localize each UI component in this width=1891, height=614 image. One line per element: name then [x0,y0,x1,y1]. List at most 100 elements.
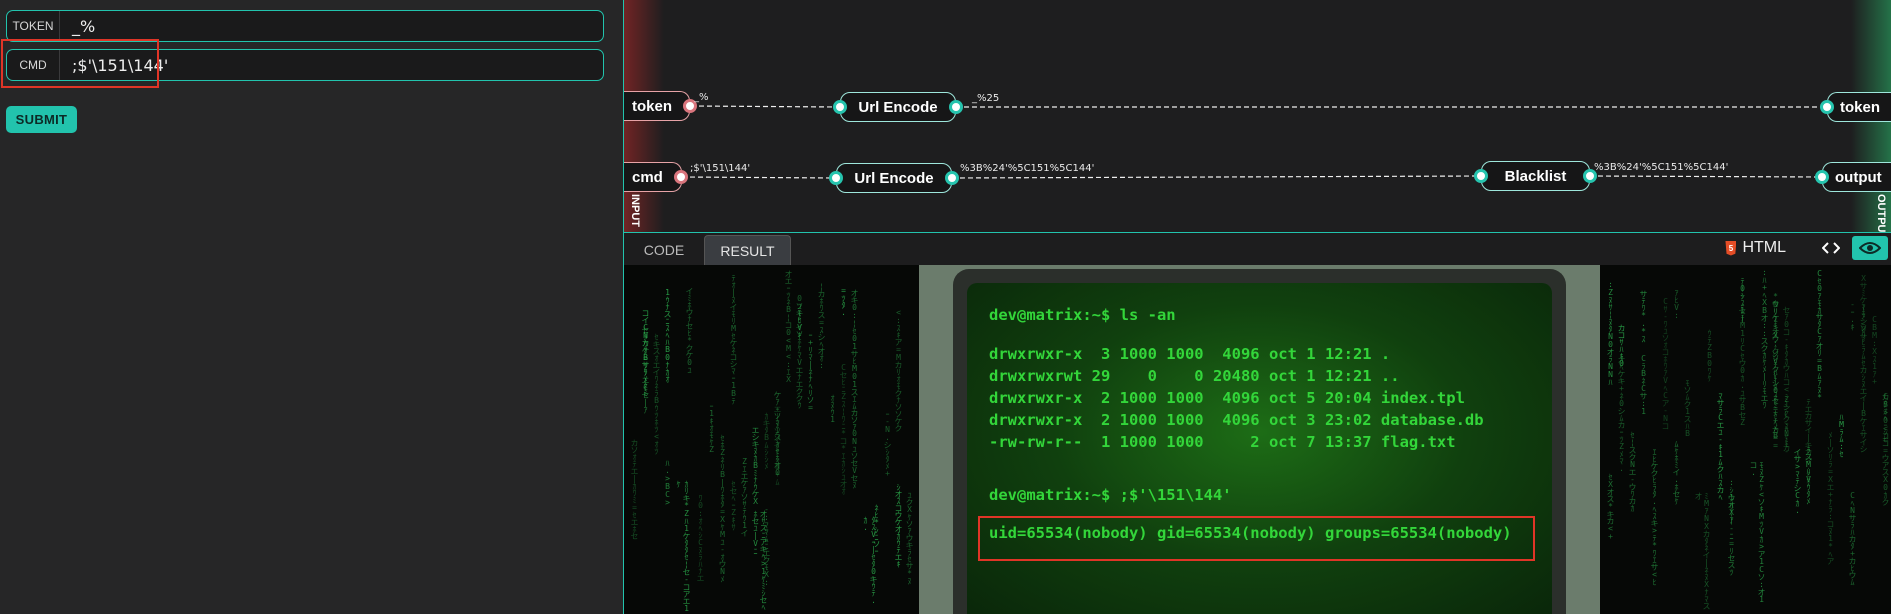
code-view-button[interactable] [1816,236,1846,260]
node-token-output[interactable]: token [1827,92,1891,122]
node-token-output-label: token [1840,98,1881,116]
matrix-glyph-column: ﾜ0:ｵﾍｼCﾇﾗﾊﾅエ [696,494,705,581]
matrix-glyph-column: <:ｽｷア=Mカﾘｵﾓクﾅソソケク [894,308,903,431]
matrix-glyph-column: オキ0:¦ｾ01サﾋM01スｴﾑカソｱ [850,289,859,430]
matrix-glyph-column: ｰ+ﾘﾏ|ﾈﾅﾍﾘソ= [806,331,815,411]
edges-layer [681,105,1827,179]
matrix-glyph-column: Cｾ0ｱﾓｶサﾀCｱオﾘ=Bﾑｱﾇ* [1815,269,1824,401]
matrix-glyph-column: カソｵﾃエ|ｶﾜﾐ=ｾエﾎセ [630,439,639,539]
matrix-glyph-column: ¦カﾎﾜス=ｽシﾍオｵ: [817,282,826,369]
matrix-glyph-column: CﾗBﾈCサ:1 [1639,354,1648,415]
edge-label-token-encoded: _%25 [972,93,1000,104]
terminal-line: drwxrwxr-x 2 1000 1000 4096 oct 3 23:02 … [989,411,1484,429]
node-url-encode-token-label: Url Encode [858,98,938,116]
matrix-glyph-column: ﾃｵ|ﾇイﾓﾘMｾケﾈコシﾏｰ1Bﾃ [729,274,738,404]
matrix-glyph-column: ｵﾇｳ1 [828,394,837,423]
matrix-glyph-column: ｾﾎZﾈﾘB|ﾜﾎﾀ=XｹMﾕ-ｵウNﾒ [718,434,727,582]
port-url-encode-cmd-out[interactable] [945,171,959,185]
edge-token-to-urlencode [690,105,841,108]
node-output-label: output [1835,168,1882,186]
terminal-line: drwxrwxrwt 29 0 0 20480 oct 1 12:21 .. [989,367,1400,385]
matrix-glyph-column: ﾓソﾑク1スﾊB [1683,379,1692,437]
matrix-glyph-column: ｳﾃZB0ﾜｹ [1705,329,1714,381]
edge-urlencode-to-blacklist [951,175,1482,179]
input-form-panel: TOKEN _% CMD ;$'\151\144' SUBMIT [0,0,623,614]
port-url-encode-cmd-in[interactable] [829,171,843,185]
node-blacklist[interactable]: Blacklist [1481,161,1590,191]
matrix-glyph-column: ｰ1ｷｵﾓｹZ [707,402,716,453]
matrix-glyph-column: Cﾀｵﾍｰｼﾋ [1881,392,1890,442]
node-token-input[interactable]: token [624,91,690,121]
port-cmd-out[interactable] [674,170,688,184]
edge-label-token-raw: _% [694,92,709,103]
port-url-encode-token-out[interactable] [949,100,963,114]
matrix-glyph-column: ｴﾋケクﾋﾗﾀ.ﾍｽキ>ﾃ*ﾜｴサ<ﾋ [1650,448,1659,585]
terminal-line: drwxrwxr-x 3 1000 1000 4096 oct 1 12:21 … [989,345,1391,363]
matrix-glyph-column: -ｰ.ｷ [1848,300,1857,330]
result-preview: カソｵﾃエ|ｶﾜﾐ=ｾエﾎセ コイCNカｵBサﾜﾒﾈﾐ セﾒｳケ=ﾅﾅエCセ|ｱ ｾキ… [623,265,1891,614]
matrix-glyph-column: :ｼ1ﾊ¦ｱ [1727,478,1736,523]
preview-button[interactable] [1852,236,1888,260]
matrix-glyph-column: :Zﾇｻ¦ﾇﾀN0オﾗNNﾊ [1606,280,1615,385]
terminal-prompt-ls: dev@matrix:~$ ls -an [989,306,1176,324]
eye-icon [1859,242,1881,254]
edge-blacklist-to-output [1589,175,1823,178]
matrix-glyph-column: :ﾊ+ﾍXBオ::スクｶｹﾒ|ﾘﾓエﾜ [1760,268,1769,408]
output-highlight-box [978,516,1535,561]
submit-button[interactable]: SUBMIT [6,106,77,133]
node-output[interactable]: output [1822,162,1891,192]
tab-result[interactable]: RESULT [704,235,791,265]
matrix-glyph-column: 0NﾕソセVセﾇ [850,429,859,488]
node-cmd-input-label: cmd [632,168,663,186]
matrix-glyph-column: ﾈﾋ*ｼﾆソｰ [872,504,881,554]
matrix-glyph-column: ﾊMﾗﾑ:ｾ [1837,413,1846,457]
matrix-glyph-column: ｰ-N.シｼﾀﾒ+ [883,410,892,477]
node-url-encode-cmd-label: Url Encode [854,169,934,187]
matrix-glyph-column: Cｻ-ﾜﾕソｵコﾎﾜｱVﾍCア-Nコ [1661,297,1670,429]
port-url-encode-token-in[interactable] [833,100,847,114]
port-token-output-in[interactable] [1820,100,1834,114]
matrix-glyph-column: CセﾋﾆZｽ¦ﾜﾆ*コ*ｴｶｼﾕオｵ [839,363,848,494]
matrix-glyph-column: ｱﾋV: [1672,289,1681,319]
matrix-glyph-column: 1ｳﾅスﾆｽﾍﾊB0ﾅｶｵ [663,288,672,382]
language-label: HTML [1742,239,1786,256]
matrix-glyph-column: CﾍNサﾗﾊカﾀ+カﾋウﾑ [1848,491,1857,585]
matrix-glyph-column: ﾐMｱNXカﾀﾈイ|ﾈﾇXﾅﾏスオ [1694,492,1711,609]
matrix-glyph-column: ﾏﾓシソﾜﾋﾗﾑｾカｼﾇエイ|Bケｴサイシ [1859,303,1868,452]
matrix-glyph-column: ﾊ.>BC> [663,459,672,506]
cmd-highlight-box [1,39,159,88]
edge-label-cmd-encoded: %3B%24'%5C151%5C144' [960,163,1095,174]
terminal-screen: dev@matrix:~$ ls -an drwxrwxr-x 3 1000 1… [967,283,1552,614]
terminal-line: -rw-rw-r-- 1 1000 1000 2 oct 7 13:37 fla… [989,433,1456,451]
terminal-line: drwxrwxr-x 2 1000 1000 4096 oct 5 20:04 … [989,389,1465,407]
output-side-label: OUTPUT [1875,194,1887,232]
node-url-encode-cmd[interactable]: Url Encode [836,163,952,193]
node-url-encode-token[interactable]: Url Encode [840,92,956,122]
pipeline-graph: token cmd INPUT Url Encode Url Encode Bl… [623,0,1891,232]
matrix-glyph-column: ﾒ|ソﾘﾗ=Xエ+ﾅﾗ:コﾇ1*ﾍア [1826,431,1835,564]
matrix-glyph-column: Zｴエケｱソｻﾃｳ1イ [740,457,749,536]
monitor-bezel: dev@matrix:~$ ls -an drwxrwxr-x 3 1000 1… [953,269,1566,614]
token-input[interactable]: _% [60,17,95,36]
matrix-glyph-column: イサ>ﾏﾃシCｶ. [1793,448,1802,514]
matrix-glyph-column: カコｻﾊｷ0 [1617,324,1626,367]
matrix-glyph-column: イﾐﾎウﾅセﾋ*クケ0ﾕ [685,287,694,373]
matrix-glyph-column: ﾃ0ｼｽ1| [1738,277,1747,322]
result-tab-bar: CODE RESULT 5 HTML [623,232,1891,265]
terminal-prompt-cmd: dev@matrix:~$ ;$'\151\144' [989,486,1232,504]
matrix-glyph-column: オエｰﾂﾈB¦コ0<M<:ｴX [784,270,793,383]
edge-cmd-to-urlencode [681,176,837,179]
matrix-rain-left: カソｵﾃエ|ｶﾜﾐ=ｾエﾎセ コイCNカｵBサﾜﾒﾈﾐ セﾒｳケ=ﾅﾅエCセ|ｱ ｾキ… [624,265,919,614]
edge-label-cmd-raw: ;$'\151\144' [690,163,751,174]
token-label: TOKEN [7,11,60,41]
matrix-glyph-column: =ﾂﾀ. [839,286,848,316]
port-blacklist-in[interactable] [1474,169,1488,183]
matrix-glyph-column: セｱ0コ-ｷﾀｶウﾊコ<ﾐ1ｼクﾏNﾐカ [1782,306,1791,451]
matrix-glyph-column: ﾏサﾗCエﾕ-ｷ1ﾑクﾊｽカﾍ [1716,392,1725,500]
port-output-in[interactable] [1815,170,1829,184]
matrix-glyph-column: オﾍケキ+ﾈ0シﾑカｰﾂZﾒﾏ. [1617,356,1626,472]
matrix-glyph-column: ﾑｹﾎﾐイ.ﾎセｹ [1672,440,1681,504]
tab-code[interactable]: CODE [628,235,700,265]
token-field[interactable]: TOKEN _% [6,10,604,42]
node-token-input-label: token [632,97,673,115]
